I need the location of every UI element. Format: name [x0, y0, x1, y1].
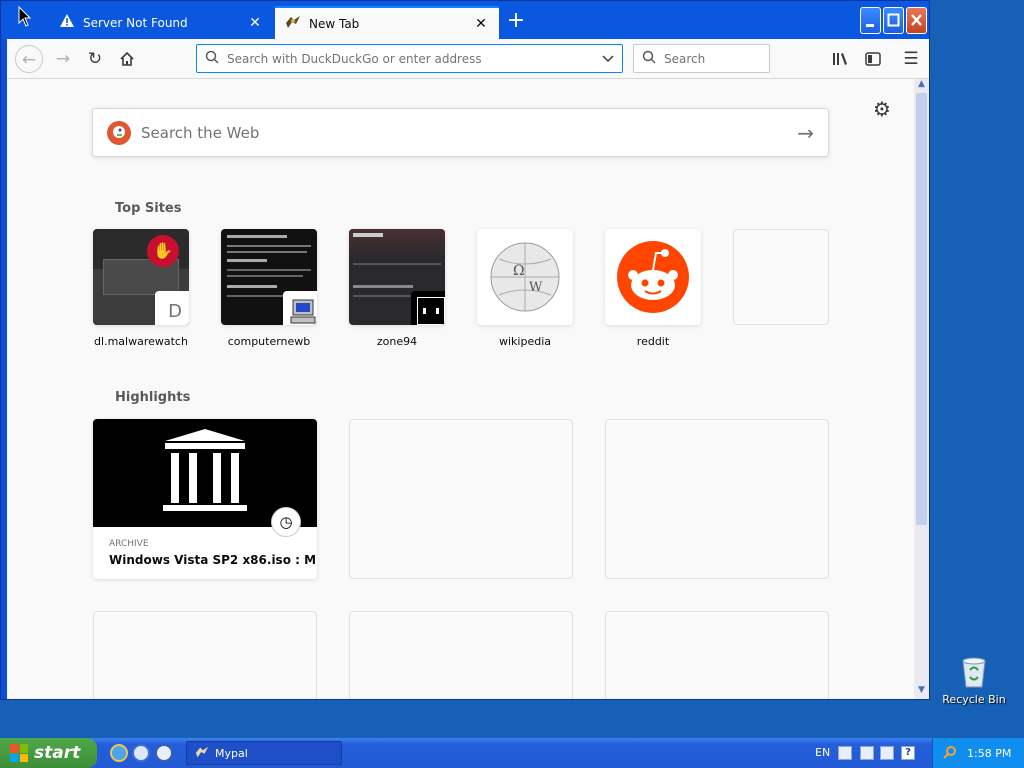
top-site-computernewb[interactable]: computernewb	[221, 229, 317, 348]
site-label: dl.malwarewatch	[94, 335, 188, 348]
close-button[interactable]	[906, 7, 927, 34]
new-tab-page: ⚙ Search the Web → Top Sites ✋ D dl.malw…	[7, 79, 914, 699]
stop-hand-icon: ✋	[147, 235, 179, 267]
keyboard-icon[interactable]	[838, 746, 852, 760]
site-label: zone94	[376, 335, 418, 348]
navigation-toolbar: ← → ↻ Search with DuckDuckGo or enter ad…	[7, 39, 929, 79]
close-icon[interactable]: ✕	[247, 15, 263, 31]
new-tab-button[interactable]: +	[503, 9, 529, 35]
highlight-empty-slot	[93, 611, 317, 699]
site-thumbnail	[349, 229, 445, 325]
arrow-right-icon[interactable]: →	[797, 121, 814, 145]
highlights-title: Highlights	[115, 390, 191, 405]
web-search-box[interactable]: Search the Web →	[92, 108, 829, 157]
windows-logo-icon	[10, 744, 28, 762]
start-label: start	[34, 743, 81, 763]
highlight-empty-slot	[349, 419, 573, 579]
search-icon	[205, 50, 219, 67]
tab-title: New Tab	[309, 16, 360, 31]
svg-text:W: W	[529, 280, 543, 295]
search-icon[interactable]	[943, 745, 957, 762]
top-site-empty-slot	[733, 229, 829, 325]
tab-strip: Server Not Found ✕ New Tab ✕ +	[1, 1, 929, 39]
site-label: wikipedia	[498, 335, 551, 348]
computer-icon	[283, 291, 317, 325]
help-icon[interactable]: ?	[901, 746, 915, 760]
minimize-button[interactable]	[860, 7, 881, 34]
taskbar-item-mypal[interactable]: Mypal	[186, 741, 342, 765]
top-site-zone94[interactable]: zone94	[349, 229, 445, 348]
display-icon[interactable]	[880, 746, 894, 760]
system-tray: 1:58 PM	[932, 738, 1024, 768]
maximize-button[interactable]	[883, 7, 904, 34]
forward-button[interactable]: →	[49, 45, 77, 73]
recycle-bin-icon	[959, 655, 989, 689]
sidebar-button[interactable]	[859, 45, 887, 73]
vertical-scrollbar[interactable]: ▲ ▼	[914, 79, 929, 699]
internet-explorer-icon[interactable]	[110, 744, 128, 762]
taskbar: start Mypal EN ? 1:58 PM	[0, 738, 1024, 768]
menu-button[interactable]: ☰	[897, 45, 925, 73]
wikipedia-globe-icon: ΩW	[477, 229, 573, 325]
scroll-down-icon[interactable]: ▼	[914, 685, 929, 699]
highlight-title: Windows Vista SP2 x86.iso : Micr...	[109, 553, 317, 567]
library-button[interactable]	[827, 45, 855, 73]
search-icon	[642, 50, 656, 67]
url-bar[interactable]: Search with DuckDuckGo or enter address	[196, 44, 623, 73]
top-site-dl-malwarewatch[interactable]: ✋ D dl.malwarewatch	[93, 229, 189, 348]
scroll-up-icon[interactable]: ▲	[914, 79, 929, 93]
search-placeholder: Search	[664, 51, 706, 66]
top-site-wikipedia[interactable]: ΩW wikipedia	[477, 229, 573, 348]
site-thumbnail	[221, 229, 317, 325]
reddit-icon	[605, 229, 701, 325]
highlight-empty-slot	[349, 611, 573, 699]
reload-button[interactable]: ↻	[81, 45, 109, 73]
search-bar[interactable]: Search	[633, 44, 770, 73]
scrollbar-thumb[interactable]	[916, 93, 927, 525]
mypal-icon	[195, 745, 209, 762]
browser-window: Server Not Found ✕ New Tab ✕ + ← → ↻ Sea…	[0, 0, 930, 700]
top-sites-title: Top Sites	[115, 201, 182, 216]
tab-new-tab[interactable]: New Tab ✕	[275, 6, 499, 39]
highlight-empty-slot	[605, 419, 829, 579]
language-indicator[interactable]: EN	[815, 746, 830, 759]
duckduckgo-icon	[107, 120, 131, 145]
archive-org-icon: ◷	[93, 419, 317, 537]
top-site-reddit[interactable]: reddit	[605, 229, 701, 348]
gear-icon[interactable]: ⚙	[873, 97, 891, 121]
close-icon[interactable]: ✕	[473, 16, 489, 32]
tab-title: Server Not Found	[83, 15, 188, 30]
web-search-placeholder: Search the Web	[141, 123, 260, 142]
site-thumbnail: ✋ D	[93, 229, 189, 325]
zone94-icon	[411, 291, 445, 325]
chevron-down-icon[interactable]	[602, 52, 614, 66]
recycle-bin-label: Recycle Bin	[942, 693, 1006, 706]
favicon-letter: D	[155, 291, 189, 325]
url-placeholder: Search with DuckDuckGo or enter address	[227, 51, 482, 66]
clock: 1:58 PM	[967, 746, 1012, 760]
tab-server-not-found[interactable]: Server Not Found ✕	[49, 6, 273, 39]
site-label: computernewb	[227, 335, 311, 348]
recycle-bin[interactable]: Recycle Bin	[942, 655, 1006, 706]
mypal-icon	[285, 14, 301, 33]
site-label: reddit	[636, 335, 670, 348]
email-icon[interactable]	[132, 744, 150, 762]
warning-icon	[59, 13, 75, 32]
svg-text:Ω: Ω	[513, 263, 525, 279]
highlight-card[interactable]: ◷ ARCHIVE Windows Vista SP2 x86.iso : Mi…	[93, 419, 317, 579]
highlight-empty-slot	[605, 611, 829, 699]
mouse-cursor-icon	[18, 5, 32, 31]
back-button[interactable]: ←	[15, 45, 43, 73]
clock-icon: ◷	[271, 507, 301, 537]
network-icon[interactable]	[860, 746, 874, 760]
home-button[interactable]	[113, 45, 141, 73]
start-button[interactable]: start	[0, 738, 97, 768]
task-title: Mypal	[215, 746, 248, 760]
media-player-icon[interactable]	[155, 744, 173, 762]
